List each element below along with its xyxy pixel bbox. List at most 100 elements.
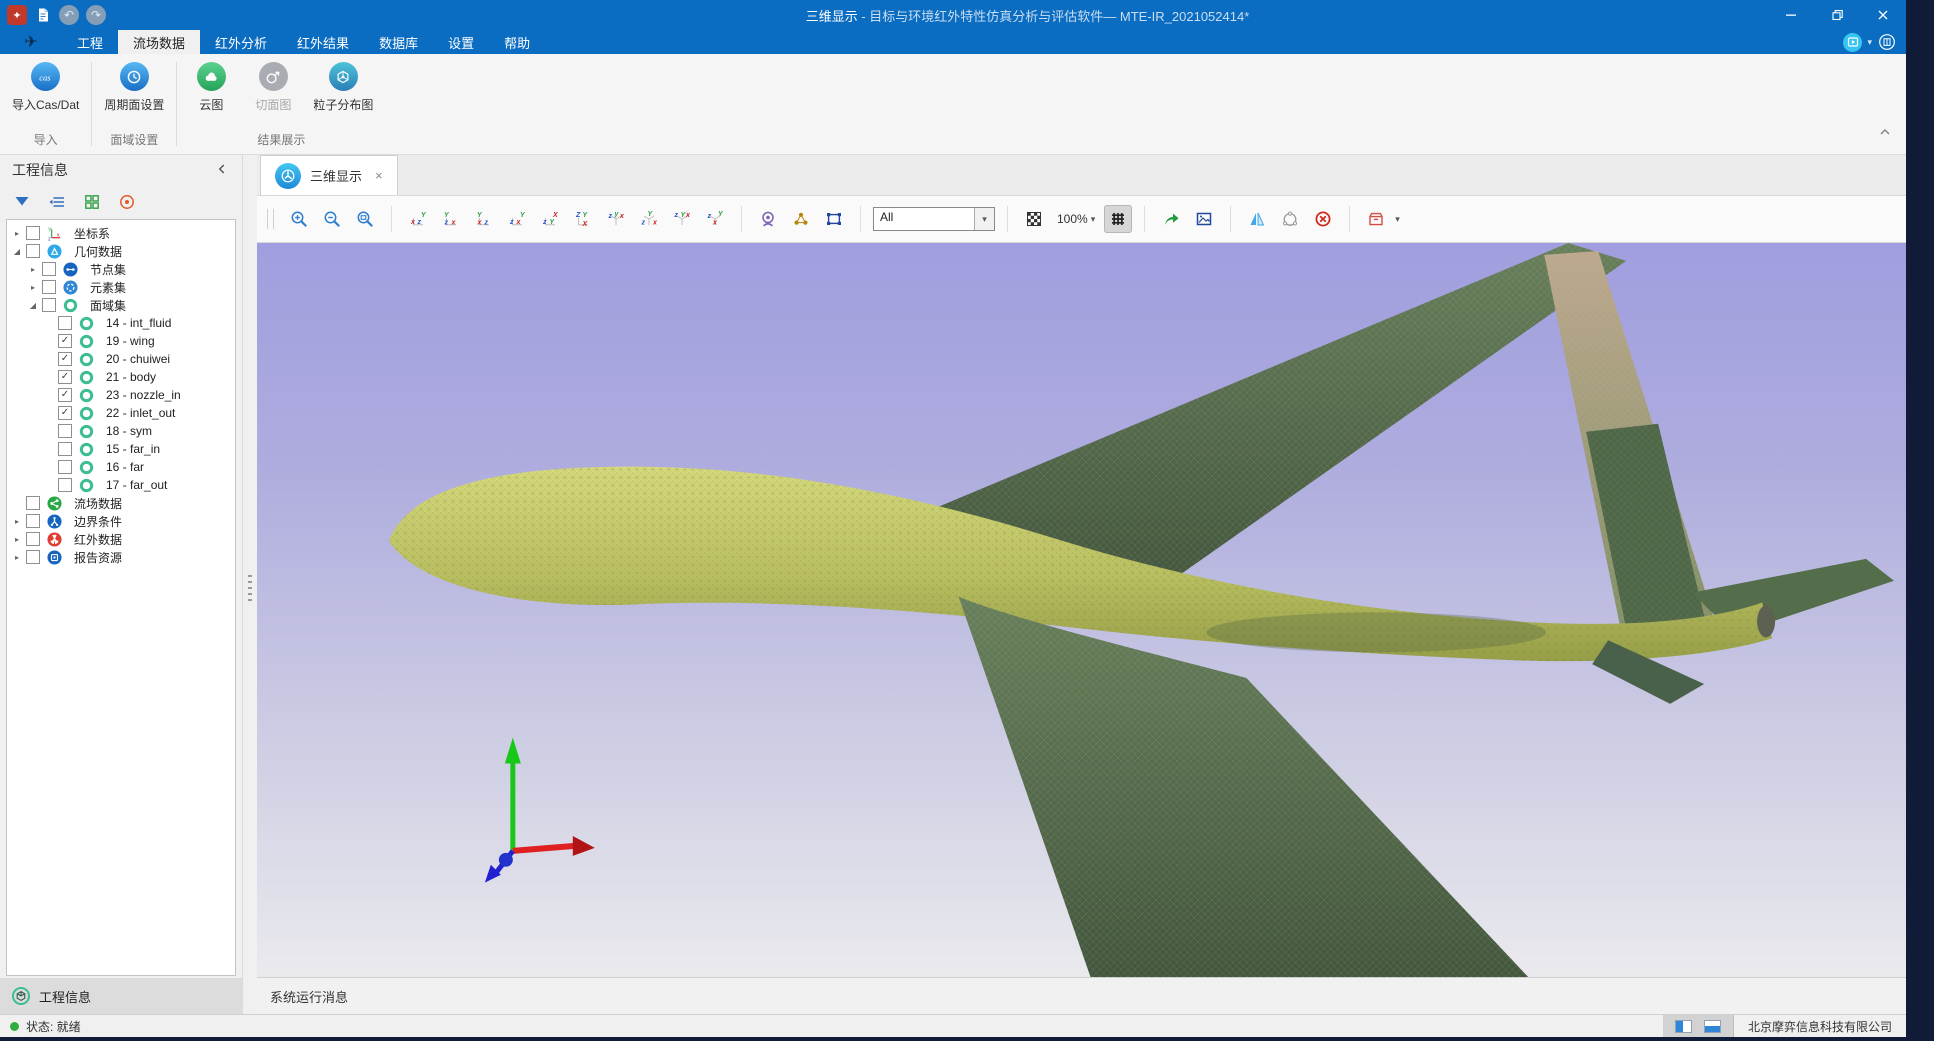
package-dropdown-caret[interactable]: ▾ [1395,214,1400,225]
zoom-fit-button[interactable] [351,205,379,233]
tree-checkbox[interactable]: ✓ [58,388,72,402]
menu-item-help[interactable]: 帮助 [489,30,545,54]
tree-checkbox[interactable] [58,442,72,456]
menu-item-settings[interactable]: 设置 [433,30,489,54]
tree-item-report-resources[interactable]: ▸报告资源 [7,548,235,566]
contour-map-button[interactable]: 云图 [189,62,233,113]
tree-checkbox[interactable] [26,532,40,546]
tree-item-element-set[interactable]: ▸元素集 [7,278,235,296]
play-window-icon[interactable] [1843,33,1862,52]
tree-expand-icon[interactable]: ◢ [11,247,23,256]
tree-item-face-15-far_in[interactable]: 15 - far_in [7,440,235,458]
menu-item-database[interactable]: 数据库 [364,30,433,54]
tab-close-icon[interactable]: × [375,168,383,183]
tree-item-face-22-inlet_out[interactable]: ✓22 - inlet_out [7,404,235,422]
tree-checkbox[interactable] [42,262,56,276]
menu-item-ir-analysis[interactable]: 红外分析 [200,30,282,54]
combobox-dropdown-icon[interactable]: ▾ [974,208,994,230]
tree-checkbox[interactable] [26,496,40,510]
tree-checkbox[interactable]: ✓ [58,352,72,366]
menu-item-project[interactable]: 工程 [62,30,118,54]
tree-item-face-set[interactable]: ◢面域集 [7,296,235,314]
undo-icon[interactable]: ↶ [59,5,79,25]
close-button[interactable] [1860,0,1906,30]
tree-item-face-23-nozzle_in[interactable]: ✓23 - nozzle_in [7,386,235,404]
viewport-3d[interactable] [257,243,1906,977]
layout-split-vertical-icon[interactable] [1675,1020,1692,1033]
restore-button[interactable] [1814,0,1860,30]
tree-item-infrared-data[interactable]: ▸红外数据 [7,530,235,548]
select-box-button[interactable] [820,205,848,233]
tree-item-face-16-far[interactable]: 16 - far [7,458,235,476]
tree-checkbox[interactable] [26,244,40,258]
tree-checkbox[interactable]: ✓ [58,370,72,384]
tree-checkbox[interactable]: ✓ [58,406,72,420]
particles-render-button[interactable] [787,205,815,233]
new-document-icon[interactable] [34,6,52,24]
tree-item-face-18-sym[interactable]: 18 - sym [7,422,235,440]
tree-checkbox[interactable] [26,226,40,240]
particle-distribution-button[interactable]: 粒子分布图 [313,62,373,113]
smooth-button[interactable] [1276,205,1304,233]
tree-item-face-19-wing[interactable]: ✓19 - wing [7,332,235,350]
transparency-button[interactable] [1020,205,1048,233]
zoom-in-button[interactable] [285,205,313,233]
tree-expand-icon[interactable]: ◢ [27,301,39,310]
project-panel-footer-tab[interactable]: 工程信息 [0,978,242,1014]
locate-button[interactable] [117,192,137,212]
message-bar[interactable]: 系统运行消息 [257,977,1906,1014]
menu-item-flow-data[interactable]: 流场数据 [118,30,200,54]
redo-icon[interactable]: ↷ [86,5,106,25]
axis-view-bottom-button[interactable]: ZYX [569,205,597,233]
splitter-grip[interactable] [248,575,252,603]
minimize-button[interactable] [1768,0,1814,30]
tree-expand-icon[interactable]: ▸ [27,283,39,292]
export-button[interactable] [1157,205,1185,233]
menu-item-ir-results[interactable]: 红外结果 [282,30,364,54]
axis-view-top-button[interactable]: zYX [536,205,564,233]
cancel-button[interactable] [1309,205,1337,233]
filter-button[interactable] [12,192,32,212]
toolbar-grip[interactable] [267,209,274,229]
tree-item-node-set[interactable]: ▸节点集 [7,260,235,278]
axis-view-right-button[interactable]: zxY [503,205,531,233]
zoom-out-button[interactable] [318,205,346,233]
display-filter-combobox[interactable]: All ▾ [873,207,995,231]
panel-splitter[interactable] [242,155,257,1014]
layout-split-horizontal-icon[interactable] [1704,1020,1721,1033]
mesh-grid-toggle-button[interactable] [1104,205,1132,233]
tree-item-face-20-chuiwei[interactable]: ✓20 - chuiwei [7,350,235,368]
tree-expand-icon[interactable]: ▸ [11,535,23,544]
tree-checkbox[interactable] [42,280,56,294]
tree-checkbox[interactable] [26,514,40,528]
tree-item-coord-system[interactable]: ▸Yzx坐标系 [7,224,235,242]
tree-item-face-14-int_fluid[interactable]: 14 - int_fluid [7,314,235,332]
periodic-face-button[interactable]: 周期面设置 [104,62,164,113]
ribbon-collapse-button[interactable] [1876,123,1894,146]
import-cas-dat-button[interactable]: cas 导入Cas/Dat [12,62,79,113]
tree-expand-icon[interactable]: ▸ [27,265,39,274]
menubar-caret-icon[interactable]: ▾ [1867,37,1872,48]
tree-checkbox[interactable] [58,460,72,474]
tree-item-flow-field-data[interactable]: 流场数据 [7,494,235,512]
list-settings-button[interactable] [47,192,67,212]
tree-expand-icon[interactable]: ▸ [11,553,23,562]
tree-item-face-21-body[interactable]: ✓21 - body [7,368,235,386]
axis-view-iso3-button[interactable]: zYx [668,205,696,233]
perspective-camera-button[interactable] [754,205,782,233]
axis-view-iso2-button[interactable]: Yzx [635,205,663,233]
tree-checkbox[interactable] [58,478,72,492]
tree-checkbox[interactable] [42,298,56,312]
tree-item-geometry-data[interactable]: ◢几何数据 [7,242,235,260]
group-grid-button[interactable] [82,192,102,212]
book-icon[interactable] [1877,33,1896,52]
tree-checkbox[interactable] [26,550,40,564]
zoom-level-dropdown[interactable]: 100% ▾ [1053,212,1099,226]
snapshot-button[interactable] [1190,205,1218,233]
collapse-panel-button[interactable] [214,161,230,180]
package-button[interactable] [1362,205,1390,233]
axis-view-iso1-button[interactable]: zyx [602,205,630,233]
axis-view-left-button[interactable]: Yxz [470,205,498,233]
tree-expand-icon[interactable]: ▸ [11,517,23,526]
tab-3d-view[interactable]: 三维显示 × [260,155,398,195]
